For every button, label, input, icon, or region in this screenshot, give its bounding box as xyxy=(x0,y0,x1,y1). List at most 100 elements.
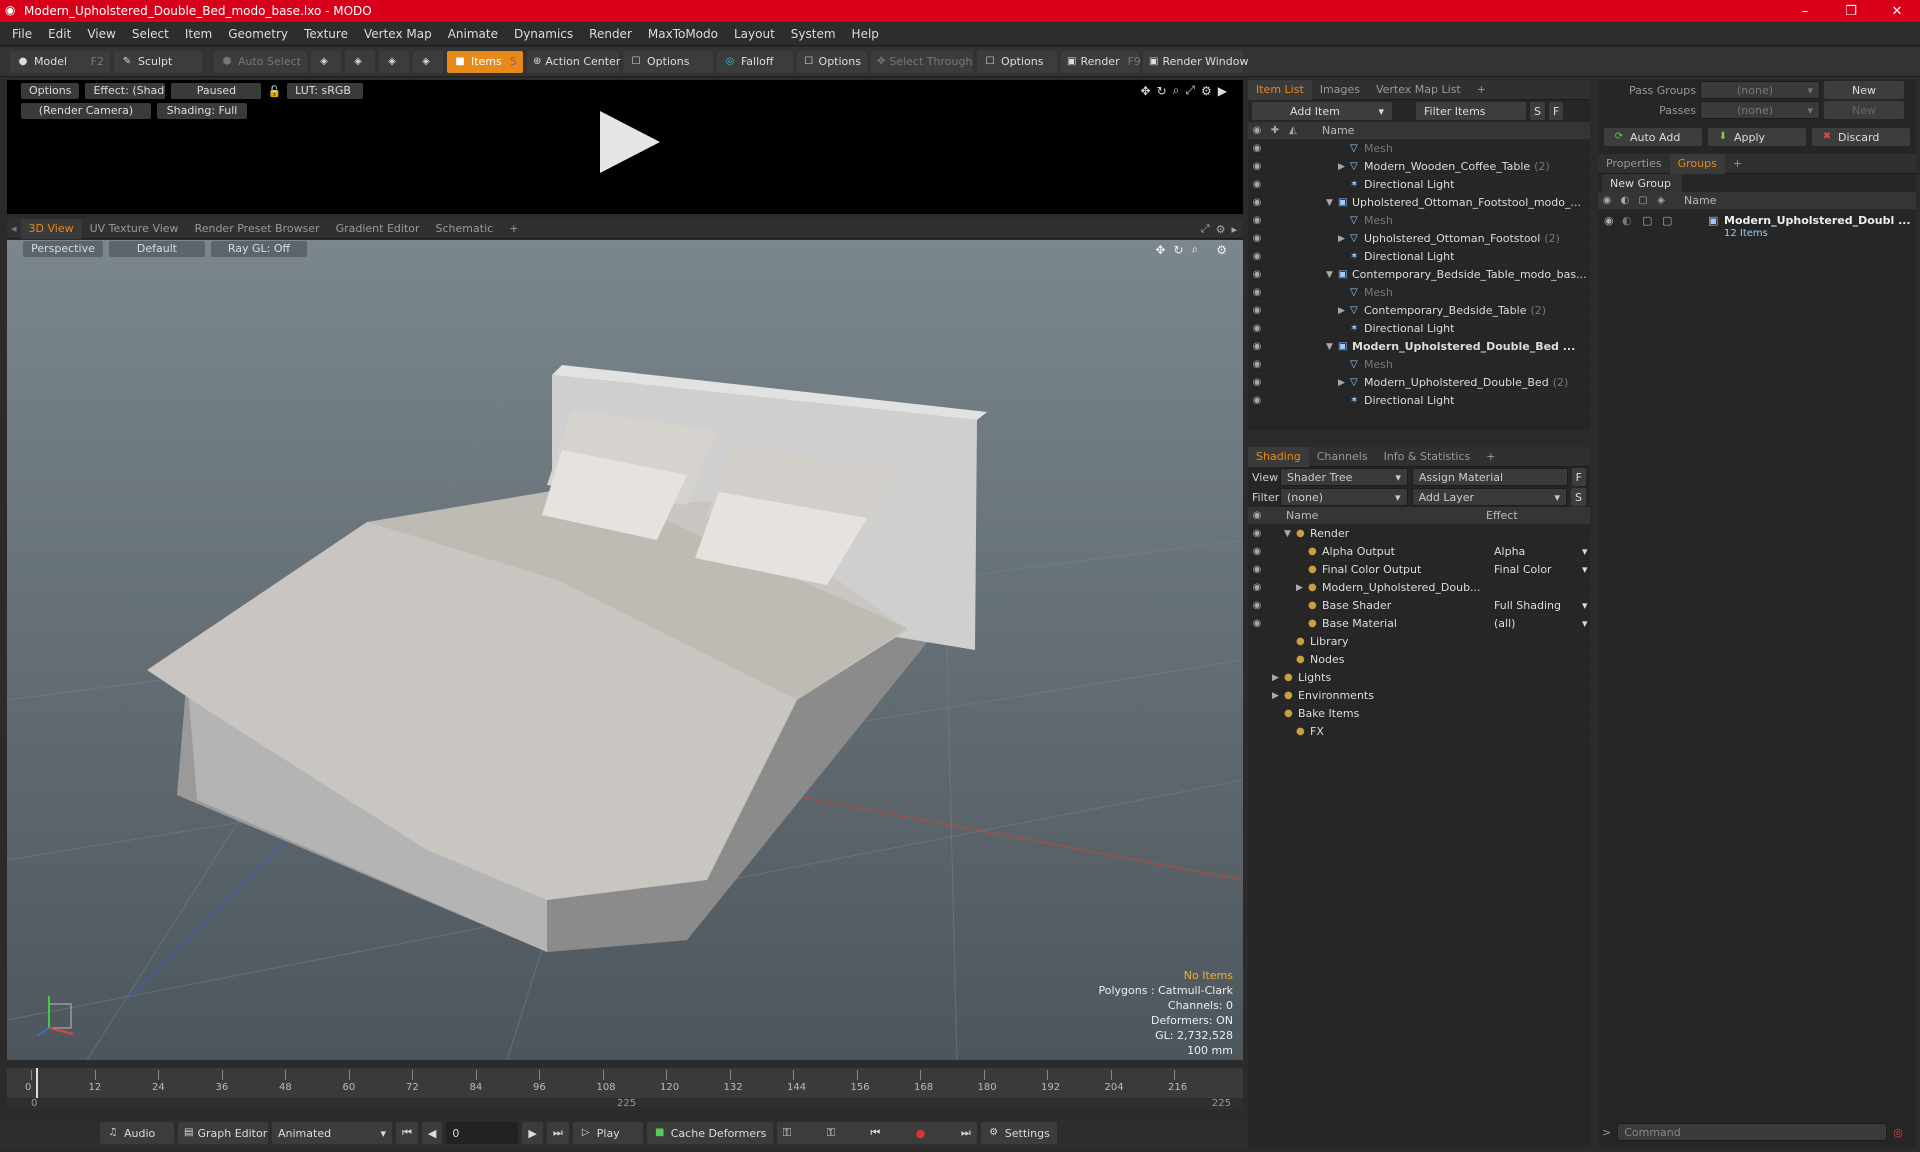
key-tools[interactable]: ⚿ ⚿ ⏮ ● ⏭ xyxy=(776,1122,977,1144)
group-render-toggle-icon[interactable]: ◐ xyxy=(1622,214,1632,227)
tab-3d-view[interactable]: 3D View xyxy=(20,218,82,239)
lock-icon[interactable]: 🔓 xyxy=(267,85,281,98)
edge-select-button[interactable]: ◈ xyxy=(344,50,375,73)
graph-editor-button[interactable]: ▤ Graph Editor xyxy=(178,1122,268,1144)
tab--[interactable]: + xyxy=(1725,154,1750,174)
menu-maxtomodo[interactable]: MaxToModo xyxy=(640,27,726,41)
eye-icon[interactable]: ◉ xyxy=(1248,377,1266,388)
frame-field[interactable]: 0 xyxy=(446,1122,519,1144)
animated-dropdown[interactable]: Animated ▾ xyxy=(272,1122,392,1144)
group-lock-toggle-icon[interactable]: ▢ xyxy=(1642,214,1652,227)
eye-icon[interactable]: ◉ xyxy=(1248,287,1266,298)
tab-shading[interactable]: Shading xyxy=(1248,446,1309,467)
shading-f-toggle[interactable]: F xyxy=(1571,468,1586,486)
rotate-icon[interactable]: ↻ xyxy=(1173,243,1183,257)
action-center-button[interactable]: ⊕ Action Center xyxy=(526,50,620,73)
expand-arrow-icon[interactable]: ▶ xyxy=(1338,306,1350,316)
tab-properties[interactable]: Properties xyxy=(1598,154,1670,174)
shader-tree-row[interactable]: ● FX xyxy=(1248,723,1590,741)
filter-dropdown[interactable]: (none) ▾ xyxy=(1280,488,1408,506)
eye-icon[interactable]: ◉ xyxy=(1248,269,1266,280)
eye-icon[interactable]: ◉ xyxy=(1248,251,1266,262)
close-button[interactable]: ✕ xyxy=(1874,0,1920,22)
item-list-row[interactable]: ◉ ▼ ▣ Contemporary_Bedside_Table_modo_bas..… xyxy=(1248,266,1590,284)
eye-icon[interactable]: ◉ xyxy=(1248,215,1266,226)
eye-icon[interactable]: ◉ xyxy=(1248,179,1266,190)
item-list-row[interactable]: ◉ ▶ ▽ Upholstered_Ottoman_Footstool (2) xyxy=(1248,230,1590,248)
move-icon[interactable]: ✥ xyxy=(1141,84,1151,98)
camera-dropdown[interactable]: (Render Camera) xyxy=(21,103,151,119)
eye-icon[interactable]: ◉ xyxy=(1248,323,1266,334)
render-button[interactable]: ▣ Render F9 xyxy=(1060,50,1141,73)
discard-button[interactable]: ✖ Discard xyxy=(1812,128,1910,146)
perspective-dropdown[interactable]: Perspective xyxy=(23,241,103,257)
refresh-icon[interactable]: ↻ xyxy=(1157,84,1167,98)
expand-arrow-icon[interactable]: ▶ xyxy=(1338,378,1350,388)
eye-icon[interactable]: ◉ xyxy=(1248,564,1266,575)
effect-dropdown[interactable]: Final Color xyxy=(1494,563,1582,576)
assign-material-field[interactable]: Assign Material xyxy=(1411,468,1568,486)
item-list-row[interactable]: ◉ ▽ Mesh xyxy=(1248,140,1590,158)
select-through-button[interactable]: ✥ Select Through xyxy=(870,50,973,73)
group-select-toggle-icon[interactable]: ▢ xyxy=(1662,214,1672,227)
style-dropdown[interactable]: Default xyxy=(109,241,205,257)
view-gear-icon[interactable]: ⚙ xyxy=(1216,243,1227,257)
passes-dropdown[interactable]: (none) ▾ xyxy=(1700,101,1820,119)
lut-dropdown[interactable]: LUT: sRGB xyxy=(287,83,364,99)
tab-item-list[interactable]: Item List xyxy=(1248,79,1312,100)
cache-deformers-button[interactable]: ■ Cache Deformers xyxy=(646,1122,773,1144)
expand-arrow-icon[interactable]: ▼ xyxy=(1284,529,1296,539)
play-button[interactable]: ▷ Play xyxy=(572,1122,643,1144)
play-small-icon[interactable]: ▶ xyxy=(1218,84,1227,98)
group-row[interactable]: ◉ ◐ ▢ ▢ ▣ Modern_Upholstered_Doubl ... 1… xyxy=(1598,210,1916,242)
view-dropdown[interactable]: Shader Tree ▾ xyxy=(1280,468,1408,486)
expand-panel-icon[interactable]: ⤢ xyxy=(1201,222,1210,236)
new-group-button[interactable]: New Group xyxy=(1602,174,1682,192)
expand-arrow-icon[interactable]: ▼ xyxy=(1326,342,1338,352)
eye-icon[interactable]: ◉ xyxy=(1248,305,1266,316)
tab-schematic[interactable]: Schematic xyxy=(428,219,502,239)
new-pass-button[interactable]: New xyxy=(1824,101,1904,119)
eye-icon[interactable]: ◉ xyxy=(1248,618,1266,629)
shader-tree-row[interactable]: ▶ ● Lights xyxy=(1248,669,1590,687)
zoom-view-icon[interactable]: ⌕ xyxy=(1192,242,1199,257)
shader-tree-row[interactable]: ▶ ● Environments xyxy=(1248,687,1590,705)
shader-tree-row[interactable]: ◉ ● Alpha Output Alpha ▾ xyxy=(1248,543,1590,561)
expand-arrow-icon[interactable]: ▼ xyxy=(1326,198,1338,208)
menu-vertex-map[interactable]: Vertex Map xyxy=(356,27,440,41)
audio-button[interactable]: ♫ Audio xyxy=(100,1122,174,1144)
s-toggle[interactable]: S xyxy=(1530,102,1545,120)
falloff-button[interactable]: ◎ Falloff xyxy=(716,50,793,73)
3d-viewport[interactable]: Perspective Default Ray GL: Off ✥ ↻ ⌕ ⚙ No … xyxy=(7,240,1243,1060)
item-list-row[interactable]: ◉ ▶ ▽ Modern_Wooden_Coffee_Table (2) xyxy=(1248,158,1590,176)
tab-images[interactable]: Images xyxy=(1312,80,1368,100)
tab--[interactable]: + xyxy=(501,219,526,239)
options-button-1[interactable]: ☐ Options xyxy=(622,50,713,73)
item-list-row[interactable]: ◉ ▼ ▣ Upholstered_Ottoman_Footstool_modo_..… xyxy=(1248,194,1590,212)
expand-arrow-icon[interactable]: ▶ xyxy=(1338,234,1350,244)
tab-uv-texture-view[interactable]: UV Texture View xyxy=(82,219,187,239)
menu-texture[interactable]: Texture xyxy=(296,27,356,41)
auto-add-button[interactable]: ⟳ Auto Add xyxy=(1604,128,1702,146)
gear-icon[interactable]: ⚙ xyxy=(1201,84,1212,98)
record-icon[interactable]: ● xyxy=(916,1127,926,1140)
chevron-down-icon[interactable]: ▾ xyxy=(1582,563,1588,576)
eye-icon[interactable]: ◉ xyxy=(1248,528,1266,539)
effect-dropdown[interactable]: Full Shading xyxy=(1494,599,1582,612)
paused-toggle[interactable]: Paused xyxy=(171,83,262,99)
eye-icon[interactable]: ◉ xyxy=(1248,600,1266,611)
play-icon[interactable] xyxy=(592,107,662,177)
item-list-row[interactable]: ◉ ▶ ▽ Modern_Upholstered_Double_Bed (2) xyxy=(1248,374,1590,392)
preview-options-button[interactable]: Options xyxy=(21,83,80,99)
menu-geometry[interactable]: Geometry xyxy=(220,27,296,41)
add-layer-dropdown[interactable]: Add Layer ▾ xyxy=(1411,488,1568,506)
shader-tree-row[interactable]: ◉ ▶ ● Modern_Upholstered_Doub... xyxy=(1248,579,1590,597)
apply-button[interactable]: ⬇ Apply xyxy=(1708,128,1806,146)
eye-icon[interactable]: ◉ xyxy=(1248,341,1266,352)
shader-tree-row[interactable]: ● Nodes xyxy=(1248,651,1590,669)
menu-system[interactable]: System xyxy=(783,27,844,41)
expand-arrow-icon[interactable]: ▶ xyxy=(1272,691,1284,701)
eye-icon[interactable]: ◉ xyxy=(1248,546,1266,557)
panel-menu-icon[interactable]: ▸ xyxy=(1231,223,1237,236)
add-item-button[interactable]: Add Item ▾ xyxy=(1252,102,1392,120)
